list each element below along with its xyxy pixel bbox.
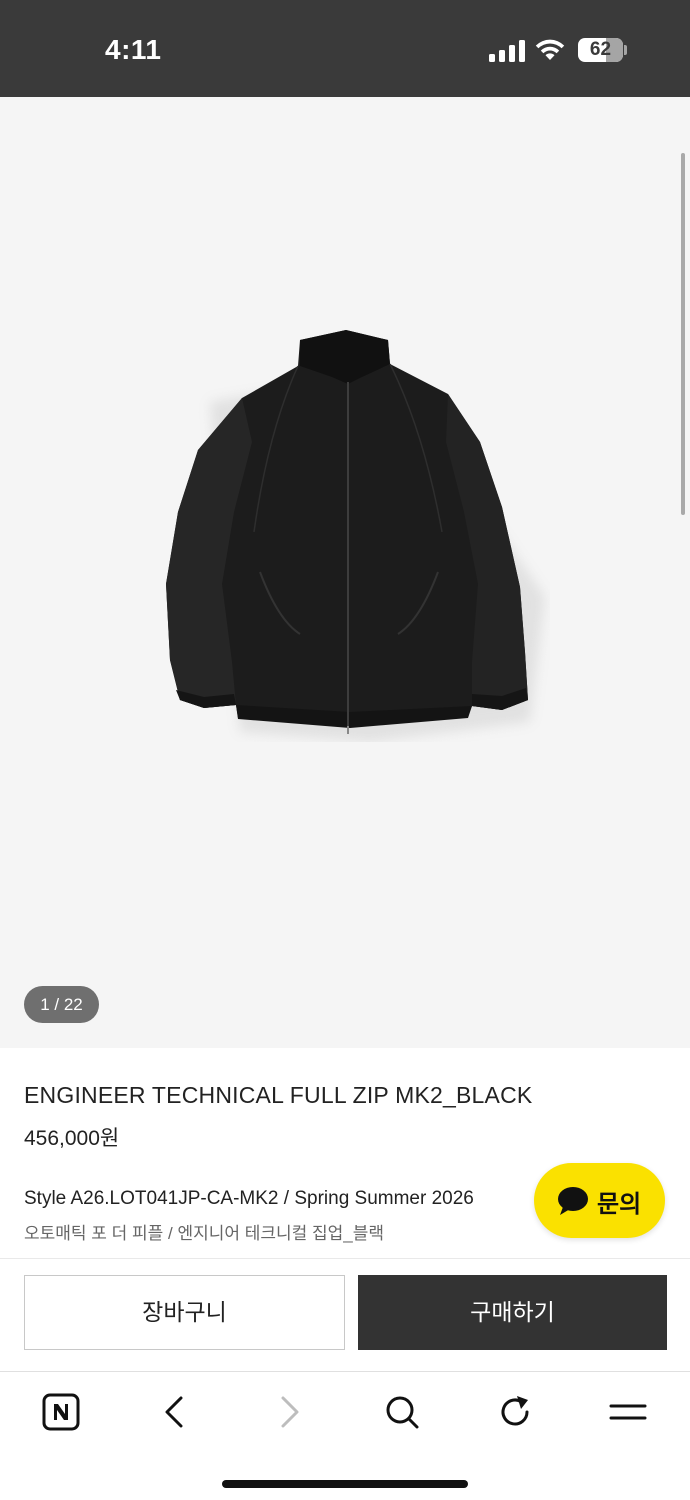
wifi-icon	[535, 39, 565, 60]
scroll-indicator	[681, 153, 685, 515]
buy-now-button[interactable]: 구매하기	[358, 1275, 667, 1350]
inquiry-label: 문의	[597, 1191, 642, 1218]
product-image[interactable]	[150, 322, 550, 742]
back-arrow-icon[interactable]	[155, 1392, 195, 1432]
menu-icon[interactable]	[608, 1392, 648, 1432]
forward-arrow-icon[interactable]	[269, 1392, 309, 1432]
product-price: 456,000원	[24, 1127, 120, 1150]
refresh-icon[interactable]	[495, 1392, 535, 1432]
product-description: 오토매틱 포 더 피플 / 엔지니어 테크니컬 집업_블랙	[24, 1224, 385, 1243]
status-bar: 4:11 62	[0, 0, 690, 97]
chat-bubble-icon	[558, 1187, 588, 1215]
battery-icon: 62	[578, 38, 623, 62]
browser-toolbar	[0, 1371, 690, 1500]
search-icon[interactable]	[382, 1392, 422, 1432]
product-image-gallery[interactable]: 1 / 22	[0, 97, 690, 1048]
add-to-cart-button[interactable]: 장바구니	[24, 1275, 345, 1350]
inquiry-button[interactable]: 문의	[534, 1163, 665, 1238]
battery-level: 62	[589, 39, 612, 60]
status-time: 4:11	[105, 34, 162, 65]
home-indicator	[222, 1480, 468, 1488]
page-indicator: 1 / 22	[24, 986, 99, 1023]
purchase-action-bar: 장바구니 구매하기	[0, 1258, 690, 1371]
naver-n-icon[interactable]	[41, 1392, 81, 1432]
product-name: ENGINEER TECHNICAL FULL ZIP MK2_BLACK	[24, 1082, 533, 1108]
battery-cap	[624, 45, 627, 55]
cellular-signal-icon	[489, 40, 525, 62]
product-style: Style A26.LOT041JP-CA-MK2 / Spring Summe…	[24, 1188, 474, 1209]
